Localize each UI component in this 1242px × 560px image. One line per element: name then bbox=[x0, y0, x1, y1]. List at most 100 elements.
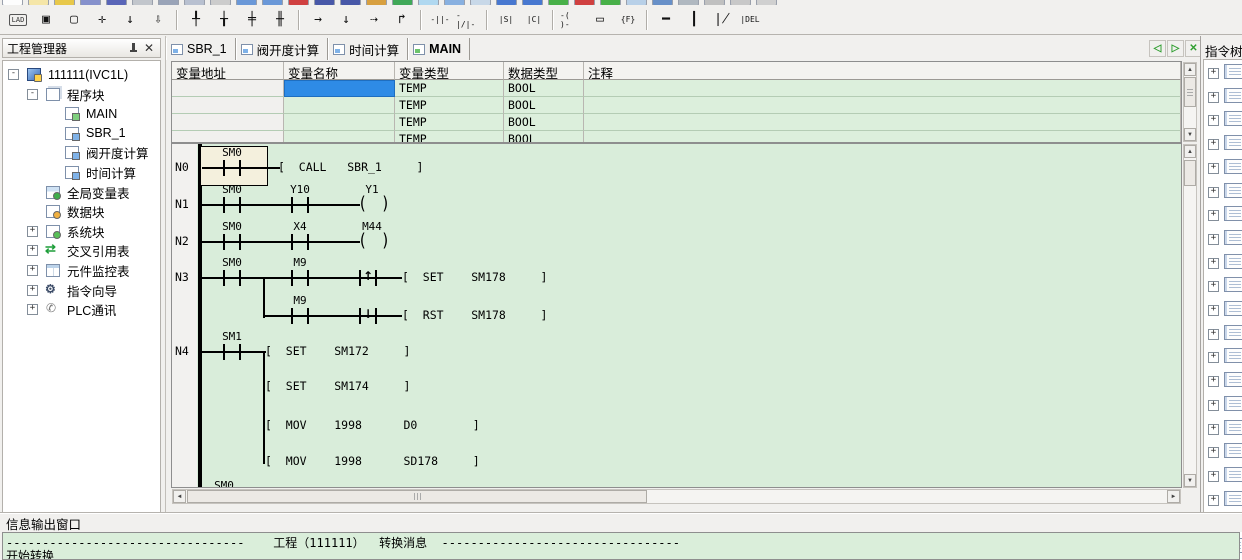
contact-normally-closed-button[interactable]: -|/|- bbox=[455, 7, 481, 32]
instruction-SET-SM178[interactable]: [ SET SM178 ] bbox=[402, 270, 547, 284]
column-header-变量地址[interactable]: 变量地址 bbox=[172, 62, 284, 80]
sidebar-item-时间计算[interactable]: 时间计算 bbox=[3, 163, 160, 182]
sidebar-item-系统块[interactable]: +系统块 bbox=[3, 222, 160, 241]
sidebar-item-交叉引用表[interactable]: +⇄交叉引用表 bbox=[3, 241, 160, 260]
close-icon[interactable]: ✕ bbox=[142, 41, 156, 55]
sidebar-item-MAIN[interactable]: MAIN bbox=[3, 104, 160, 123]
instruction-group-item[interactable]: + bbox=[1208, 159, 1242, 177]
output-coil-button[interactable]: -( )- bbox=[559, 7, 585, 32]
instruction-MOV-1998-D0[interactable]: [ MOV 1998 D0 ] bbox=[265, 418, 480, 432]
expand-icon[interactable]: + bbox=[1208, 115, 1219, 126]
cell-dtype[interactable]: BOOL bbox=[504, 80, 584, 97]
variable-table-vscrollbar[interactable]: ▲ ▼ bbox=[1183, 62, 1197, 142]
instruction-group-item[interactable]: + bbox=[1208, 277, 1242, 295]
instruction-SET-SM172[interactable]: [ SET SM172 ] bbox=[265, 344, 410, 358]
tab-时间计算[interactable]: 时间计算 bbox=[328, 38, 408, 60]
cell-name[interactable] bbox=[284, 80, 395, 97]
contact-M9[interactable]: M9 bbox=[265, 294, 335, 307]
falling-edge-contact[interactable]: ↓ bbox=[362, 307, 374, 321]
expand-icon[interactable]: + bbox=[1208, 424, 1219, 435]
cell-comment[interactable] bbox=[584, 80, 1181, 97]
cell-vtype[interactable]: TEMP bbox=[395, 114, 504, 131]
instruction-group-item[interactable]: + bbox=[1208, 491, 1242, 509]
delete-row-button[interactable]: ⇩ bbox=[145, 7, 171, 32]
expand-icon[interactable]: + bbox=[1208, 376, 1219, 387]
scroll-up-icon[interactable]: ▲ bbox=[1184, 145, 1196, 158]
cell-dtype[interactable]: BOOL bbox=[504, 131, 584, 143]
expand-icon[interactable]: + bbox=[1208, 400, 1219, 411]
coil-Y1[interactable]: Y1 bbox=[337, 183, 407, 196]
instruction-group-item[interactable]: + bbox=[1208, 64, 1242, 82]
instruction-group-item[interactable]: + bbox=[1208, 348, 1242, 366]
expand-icon[interactable]: + bbox=[27, 245, 38, 256]
expand-icon[interactable]: + bbox=[1208, 163, 1219, 174]
scroll-down-icon[interactable]: ▼ bbox=[1184, 128, 1196, 141]
instruction-box-button[interactable]: ▭ bbox=[587, 7, 613, 32]
expand-icon[interactable]: + bbox=[1208, 329, 1219, 340]
insert-rung-below-button[interactable]: ╁ bbox=[211, 7, 237, 32]
ladder-hscrollbar[interactable]: ◄ ► bbox=[172, 489, 1181, 504]
expand-icon[interactable]: + bbox=[1208, 495, 1219, 506]
delete-vertical-line-button[interactable]: |DEL bbox=[737, 7, 763, 32]
instruction-group-item[interactable]: + bbox=[1208, 325, 1242, 343]
network-empty-button[interactable]: ▢ bbox=[61, 7, 87, 32]
tab-scroll-left-button[interactable]: ◁ bbox=[1149, 40, 1166, 57]
instruction-group-item[interactable]: + bbox=[1208, 183, 1242, 201]
insert-row-button[interactable]: ↓ bbox=[117, 7, 143, 32]
function-block-button[interactable]: {F} bbox=[615, 7, 641, 32]
instruction-group-item[interactable]: + bbox=[1208, 301, 1242, 319]
contact-SM0[interactable]: SM0 bbox=[197, 256, 267, 269]
scroll-thumb[interactable] bbox=[187, 490, 647, 503]
wire-down-button[interactable]: ↓ bbox=[333, 7, 359, 32]
lad-mode-button[interactable]: LAD bbox=[5, 7, 31, 32]
column-header-注释[interactable]: 注释 bbox=[584, 62, 1181, 80]
scroll-left-icon[interactable]: ◄ bbox=[173, 490, 186, 503]
contact-Y10[interactable]: Y10 bbox=[265, 183, 335, 196]
cell-addr[interactable] bbox=[172, 97, 284, 114]
expand-icon[interactable]: + bbox=[1208, 305, 1219, 316]
scroll-thumb[interactable] bbox=[1184, 160, 1196, 186]
insert-parallel-button[interactable]: ╪ bbox=[239, 7, 265, 32]
instruction-group-item[interactable]: + bbox=[1208, 111, 1242, 129]
cell-dtype[interactable]: BOOL bbox=[504, 97, 584, 114]
expand-icon[interactable]: + bbox=[1208, 92, 1219, 103]
contact-SM1[interactable]: SM1 bbox=[197, 330, 267, 343]
instruction-group-item[interactable]: + bbox=[1208, 372, 1242, 390]
instruction-group-item[interactable]: + bbox=[1208, 135, 1242, 153]
instruction-group-item[interactable]: + bbox=[1208, 206, 1242, 224]
cell-vtype[interactable]: TEMP bbox=[395, 97, 504, 114]
coil-M44[interactable]: M44 bbox=[337, 220, 407, 233]
scroll-right-icon[interactable]: ► bbox=[1167, 490, 1180, 503]
cell-name[interactable] bbox=[284, 97, 395, 114]
contact-M9[interactable]: M9 bbox=[265, 256, 335, 269]
sidebar-item-全局变量表[interactable]: 全局变量表 bbox=[3, 183, 160, 202]
instruction-SET-SM174[interactable]: [ SET SM174 ] bbox=[265, 379, 410, 393]
cell-dtype[interactable]: BOOL bbox=[504, 114, 584, 131]
cell-name[interactable] bbox=[284, 114, 395, 131]
expand-icon[interactable]: + bbox=[27, 285, 38, 296]
collapse-icon[interactable]: - bbox=[8, 69, 19, 80]
cell-comment[interactable] bbox=[584, 114, 1181, 131]
expand-icon[interactable]: + bbox=[27, 265, 38, 276]
contact-normally-open-button[interactable]: -||- bbox=[427, 7, 453, 32]
contact-SM0[interactable]: SM0 bbox=[197, 183, 267, 196]
collapse-icon[interactable]: - bbox=[27, 89, 38, 100]
expand-icon[interactable]: + bbox=[1208, 234, 1219, 245]
ladder-editor[interactable]: N0N1N2N3N4SM0SM0Y10SM0X4SM0M9↑M9↓SM1()Y1… bbox=[171, 143, 1182, 488]
wire-right-dashed-button[interactable]: ⇢ bbox=[361, 7, 387, 32]
contact-count-button[interactable]: |C| bbox=[521, 7, 547, 32]
expand-icon[interactable]: + bbox=[1208, 281, 1219, 292]
instruction-group-item[interactable]: + bbox=[1208, 396, 1242, 414]
expand-icon[interactable]: + bbox=[1208, 471, 1219, 482]
tab-SBR_1[interactable]: SBR_1 bbox=[166, 38, 236, 60]
sidebar-item-指令向导[interactable]: +⚙指令向导 bbox=[3, 281, 160, 300]
cell-comment[interactable] bbox=[584, 97, 1181, 114]
expand-icon[interactable]: + bbox=[1208, 210, 1219, 221]
rising-edge-contact[interactable]: ↑ bbox=[362, 269, 374, 283]
sidebar-item-阀开度计算[interactable]: 阀开度计算 bbox=[3, 143, 160, 162]
scroll-thumb[interactable] bbox=[1184, 77, 1196, 107]
cell-addr[interactable] bbox=[172, 80, 284, 97]
horizontal-line-button[interactable]: ━ bbox=[653, 7, 679, 32]
instruction-group-item[interactable]: + bbox=[1208, 254, 1242, 272]
sidebar-item-数据块[interactable]: 数据块 bbox=[3, 202, 160, 221]
